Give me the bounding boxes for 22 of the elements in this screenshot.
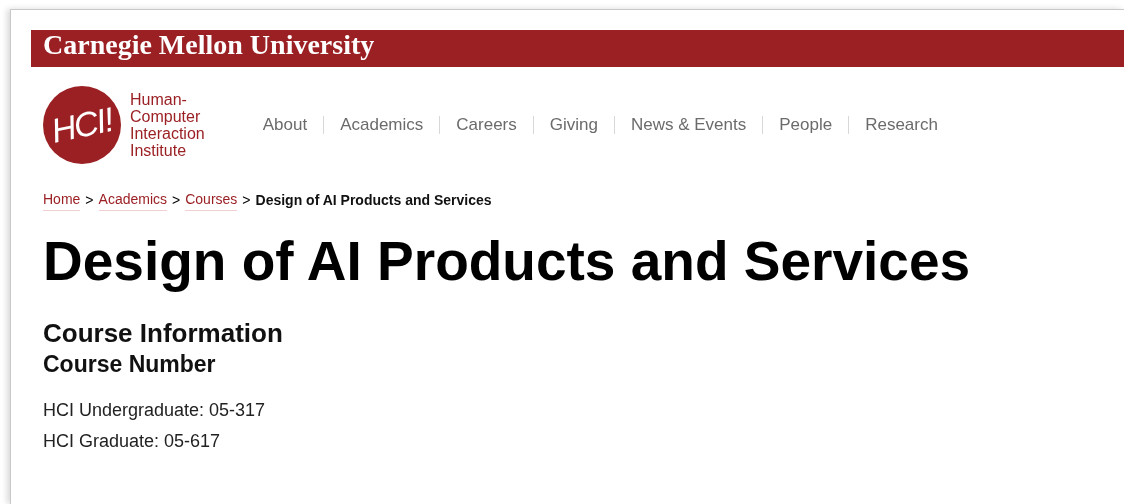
breadcrumb-link[interactable]: Courses: [185, 189, 238, 211]
course-number-line: HCI Undergraduate: 05-317: [43, 399, 267, 422]
nav-link[interactable]: Research: [865, 112, 938, 138]
subsection-title: Course Number: [43, 350, 217, 379]
nav-link[interactable]: Careers: [456, 112, 517, 138]
page-title: Design of AI Products and Services: [43, 229, 972, 293]
breadcrumb-separator: >: [172, 190, 181, 210]
institute-name[interactable]: Human- Computer Interaction Institute: [130, 91, 205, 159]
nav-link[interactable]: News & Events: [630, 112, 747, 138]
breadcrumb-link[interactable]: Home: [43, 189, 81, 211]
breadcrumb-link[interactable]: Academics: [98, 189, 167, 211]
breadcrumb-separator: >: [85, 190, 94, 210]
nav-link[interactable]: About: [262, 112, 308, 138]
breadcrumb-separator: >: [242, 190, 251, 210]
nav-link[interactable]: Academics: [340, 112, 424, 138]
breadcrumb-current: Design of AI Products and Services: [255, 190, 492, 210]
logo-mark: HCI!: [48, 102, 116, 148]
course-number-line: HCI Graduate: 05-617: [43, 430, 222, 453]
section-title: Course Information: [43, 317, 284, 349]
nav-link[interactable]: Giving: [549, 112, 598, 138]
university-name[interactable]: Carnegie Mellon University: [43, 30, 1124, 60]
nav-link[interactable]: People: [779, 112, 833, 138]
